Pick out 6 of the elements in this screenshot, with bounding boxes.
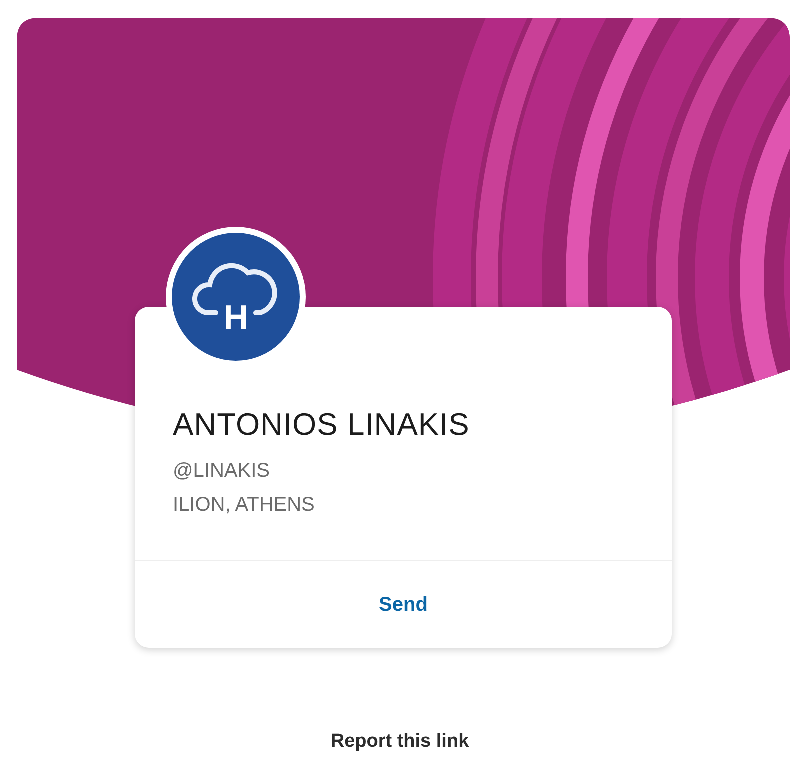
send-button[interactable]: Send (365, 584, 442, 626)
profile-name: ANTONIOS LINAKIS (173, 406, 471, 444)
logo-letter: H (224, 299, 248, 337)
profile-handle: @LINAKIS (173, 459, 272, 484)
profile-location: ILION, ATHENS (173, 493, 316, 518)
report-link[interactable]: Report this link (330, 731, 470, 752)
